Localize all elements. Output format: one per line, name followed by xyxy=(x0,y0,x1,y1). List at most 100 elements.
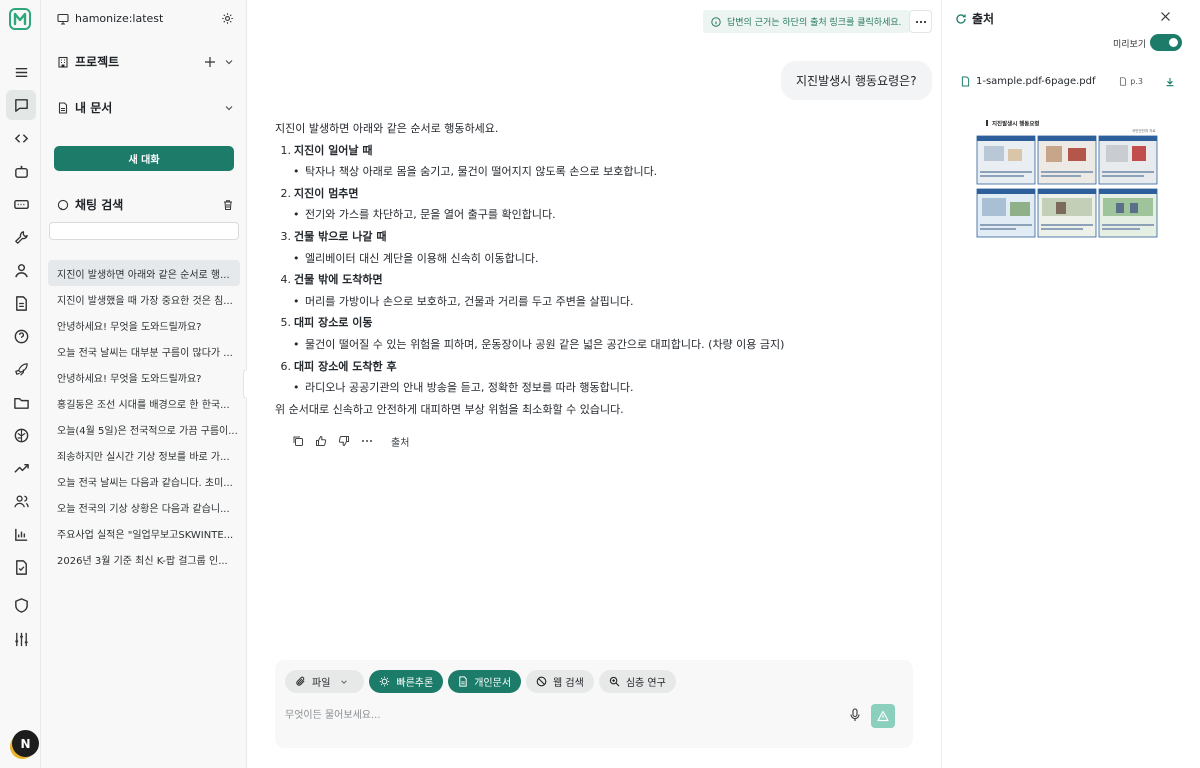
thumbs-up-icon[interactable] xyxy=(310,432,332,450)
users-icon[interactable] xyxy=(6,486,36,516)
thumb-corner: 국민안전처 자료 xyxy=(1132,128,1156,133)
copy-icon[interactable] xyxy=(287,432,309,450)
microphone-icon[interactable] xyxy=(849,708,861,722)
message-input[interactable] xyxy=(285,707,705,723)
download-icon[interactable] xyxy=(1165,77,1175,87)
projects-row[interactable]: 프로젝트 xyxy=(57,53,234,70)
app-logo-icon[interactable] xyxy=(9,8,31,30)
history-item[interactable]: 안녕하세요! 무엇을 도와드릴까요? xyxy=(48,364,240,390)
section-number: 6. xyxy=(280,359,292,373)
section-title: 지진이 일어날 때 xyxy=(294,143,373,157)
section-title: 대피 장소로 이동 xyxy=(294,316,373,330)
section-title: 지진이 멈추면 xyxy=(294,186,359,200)
assistant-answer: 지진이 발생하면 아래와 같은 순서로 행동하세요. 1. 지진이 일어날 때 •… xyxy=(275,118,915,420)
document-icon[interactable] xyxy=(6,288,36,318)
close-icon[interactable] xyxy=(1160,11,1171,22)
my-docs-label: 내 문서 xyxy=(75,101,113,115)
plus-icon[interactable] xyxy=(204,56,216,68)
section-bullet: • 탁자나 책상 아래로 몸을 숨기고, 물건이 떨어지지 않도록 손으로 보호합… xyxy=(275,161,915,183)
source-page: p.3 xyxy=(1130,77,1143,86)
history-item[interactable]: 오늘 전국의 기상 상황은 다음과 같습니... xyxy=(48,494,240,520)
answer-section: 6. 대피 장소에 도착한 후 xyxy=(275,356,915,378)
chat-search-input[interactable] xyxy=(49,222,239,240)
icon-rail: N xyxy=(0,0,41,768)
source-file-row[interactable]: 1-sample.pdf-6page.pdf p.3 xyxy=(961,76,1175,87)
source-tip-text: 답변의 근거는 하단의 출처 링크를 클릭하세요. xyxy=(727,18,902,28)
history-item[interactable]: 지진이 발생하면 아래와 같은 순서로 행... xyxy=(48,260,240,286)
personal-docs-label: 개인문서 xyxy=(474,678,512,689)
new-chat-button[interactable]: 새 대화 xyxy=(54,146,234,171)
file-button-label: 파일 xyxy=(312,678,331,689)
help-icon[interactable] xyxy=(6,321,36,351)
refresh-icon xyxy=(956,13,966,24)
chart-icon[interactable] xyxy=(6,519,36,549)
deep-research-toggle[interactable]: 심층 연구 xyxy=(598,670,676,693)
more-icon[interactable] xyxy=(356,432,378,450)
globe-off-icon xyxy=(536,676,547,687)
my-docs-row[interactable]: 내 문서 xyxy=(57,99,234,116)
section-bullet: • 물건이 떨어질 수 있는 위험을 피하며, 운동장이나 공원 같은 넓은 공간… xyxy=(275,334,915,356)
bot-icon[interactable] xyxy=(6,156,36,186)
checklist-icon[interactable] xyxy=(6,552,36,582)
gear-icon[interactable] xyxy=(221,12,234,25)
trend-icon[interactable] xyxy=(6,453,36,483)
bullet-text: 머리를 가방이나 손으로 보호하고, 건물과 거리를 두고 주변을 살핍니다. xyxy=(305,294,634,308)
preview-toggle[interactable] xyxy=(1150,34,1182,51)
answer-section: 1. 지진이 일어날 때 xyxy=(275,140,915,162)
magnifier-icon xyxy=(609,676,620,687)
fast-reasoning-toggle[interactable]: 빠른추론 xyxy=(369,670,444,693)
history-item[interactable]: 지진이 발생했을 때 가장 중요한 것은 침... xyxy=(48,286,240,312)
section-number: 2. xyxy=(280,186,292,200)
source-link[interactable]: 출처 xyxy=(391,434,409,449)
folder-icon[interactable] xyxy=(6,387,36,417)
history-item[interactable]: 오늘 전국 날씨는 다음과 같습니다. 초미... xyxy=(48,468,240,494)
section-number: 5. xyxy=(280,316,292,330)
section-title: 건물 밖에 도착하면 xyxy=(294,273,383,287)
rocket-icon[interactable] xyxy=(6,354,36,384)
history-item[interactable]: 오늘 전국 날씨는 대부분 구름이 많다가 ... xyxy=(48,338,240,364)
brain-icon[interactable] xyxy=(6,420,36,450)
answer-actions: 출처 xyxy=(287,432,409,450)
history-item[interactable]: 홍길동은 조선 시대를 배경으로 한 한국... xyxy=(48,390,240,416)
file-button[interactable]: 파일 xyxy=(285,670,365,693)
send-button[interactable] xyxy=(871,704,895,728)
source-panel: 출처 미리보기 1-sample.pdf-6page.pdf p.3 지진발생시… xyxy=(941,0,1200,768)
file-icon xyxy=(58,101,68,114)
building-icon xyxy=(58,56,68,68)
terminal-icon[interactable] xyxy=(6,189,36,219)
send-icon xyxy=(877,710,889,722)
shield-icon[interactable] xyxy=(6,590,36,620)
answer-section: 2. 지진이 멈추면 xyxy=(275,183,915,205)
chat-icon[interactable] xyxy=(6,90,36,120)
user-icon[interactable] xyxy=(6,255,36,285)
chevron-down-icon[interactable] xyxy=(224,57,234,67)
projects-label: 프로젝트 xyxy=(75,55,120,69)
preview-label: 미리보기 xyxy=(1113,40,1147,50)
chat-search-row: 채팅 검색 xyxy=(57,196,234,213)
sliders-icon[interactable] xyxy=(6,624,36,654)
pdf-page-preview[interactable]: 지진발생시 행동요령 국민안전처 자료 xyxy=(976,116,1158,246)
wrench-icon[interactable] xyxy=(6,222,36,252)
bullet-text: 전기와 가스를 차단하고, 문을 열어 출구를 확인합니다. xyxy=(305,208,556,222)
workspace-row[interactable]: hamonize:latest xyxy=(57,12,234,25)
avatar[interactable]: N xyxy=(12,730,39,757)
composer-chips: 파일 빠른추론 개인문서 웹 검색 심층 연구 xyxy=(285,670,681,693)
chat-search-label: 채팅 검색 xyxy=(75,198,124,212)
personal-docs-toggle[interactable]: 개인문서 xyxy=(448,670,522,693)
source-tip: 답변의 근거는 하단의 출처 링크를 클릭하세요. xyxy=(703,10,910,33)
web-search-toggle[interactable]: 웹 검색 xyxy=(526,670,594,693)
history-item[interactable]: 주요사업 실적은 "일업무보고SKWINTE... xyxy=(48,520,240,546)
more-icon xyxy=(915,20,926,23)
thumbs-down-icon[interactable] xyxy=(333,432,355,450)
history-item[interactable]: 2026년 3월 기준 최신 K-팝 걸그룹 인... xyxy=(48,546,240,572)
menu-icon[interactable] xyxy=(6,57,36,87)
history-item[interactable]: 오늘(4월 5일)은 전국적으로 가끔 구름이... xyxy=(48,416,240,442)
code-icon[interactable] xyxy=(6,123,36,153)
thumb-heading: 지진발생시 행동요령 xyxy=(992,120,1039,128)
sidebar: hamonize:latest 프로젝트 내 문서 새 대화 채팅 검색 지진이… xyxy=(41,0,247,768)
chevron-down-icon[interactable] xyxy=(224,103,234,113)
history-item[interactable]: 죄송하지만 실시간 기상 정보를 바로 가... xyxy=(48,442,240,468)
trash-icon[interactable] xyxy=(222,199,234,211)
more-options-button[interactable] xyxy=(909,10,932,33)
history-item[interactable]: 안녕하세요! 무엇을 도와드릴까요? xyxy=(48,312,240,338)
